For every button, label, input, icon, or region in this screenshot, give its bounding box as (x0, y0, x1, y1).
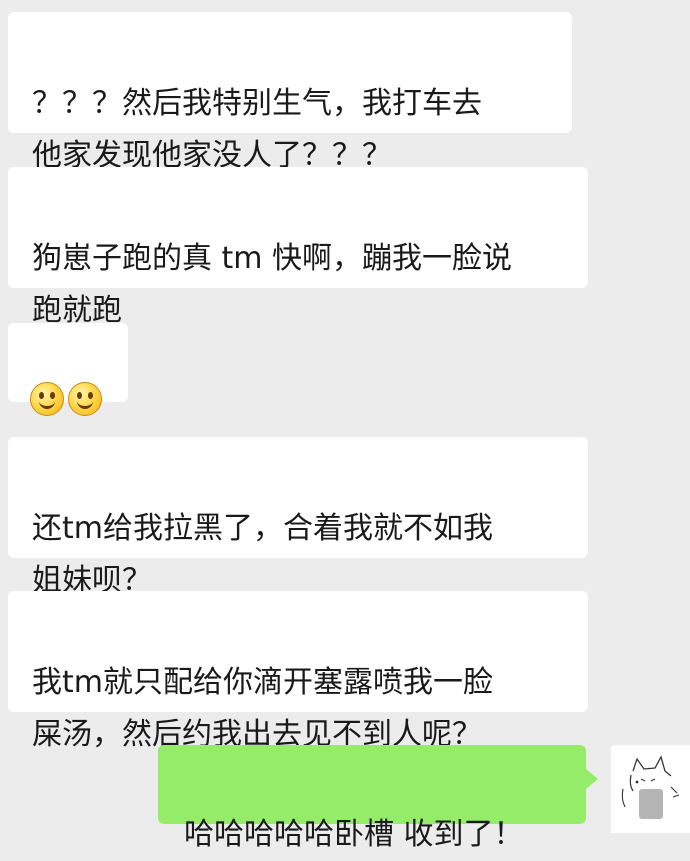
smile-emoji-icon (68, 381, 102, 416)
message-text: 还tm给我拉黑了，合着我就不如我 姐妹呗？ (32, 511, 493, 598)
message-text: 哈哈哈哈哈卧槽 收到了！ (184, 817, 524, 852)
message-text: 狗崽子跑的真 tm 快啊，蹦我一脸说 跑就跑 (32, 241, 513, 328)
smile-emoji-icon (30, 381, 64, 416)
incoming-message-2[interactable]: 狗崽子跑的真 tm 快啊，蹦我一脸说 跑就跑 (8, 167, 588, 328)
cat-sketch-avatar-icon (621, 755, 680, 819)
incoming-message-emoji[interactable] (8, 323, 128, 416)
incoming-message-1[interactable]: ？？？然后我特别生气，我打车去 他家发现他家没人了？？？ (8, 12, 572, 173)
incoming-message-3[interactable]: 还tm给我拉黑了，合着我就不如我 姐妹呗？ (8, 437, 588, 598)
user-avatar[interactable] (611, 745, 690, 833)
outgoing-message-1[interactable]: 哈哈哈哈哈卧槽 收到了！ (158, 745, 598, 852)
incoming-message-4[interactable]: 我tm就只配给你滴开塞露喷我一脸 屎汤，然后约我出去见不到人呢？ (8, 591, 588, 752)
message-text: ？？？然后我特别生气，我打车去 他家发现他家没人了？？？ (32, 86, 482, 173)
message-text: 我tm就只配给你滴开塞露喷我一脸 屎汤，然后约我出去见不到人呢？ (32, 665, 493, 752)
